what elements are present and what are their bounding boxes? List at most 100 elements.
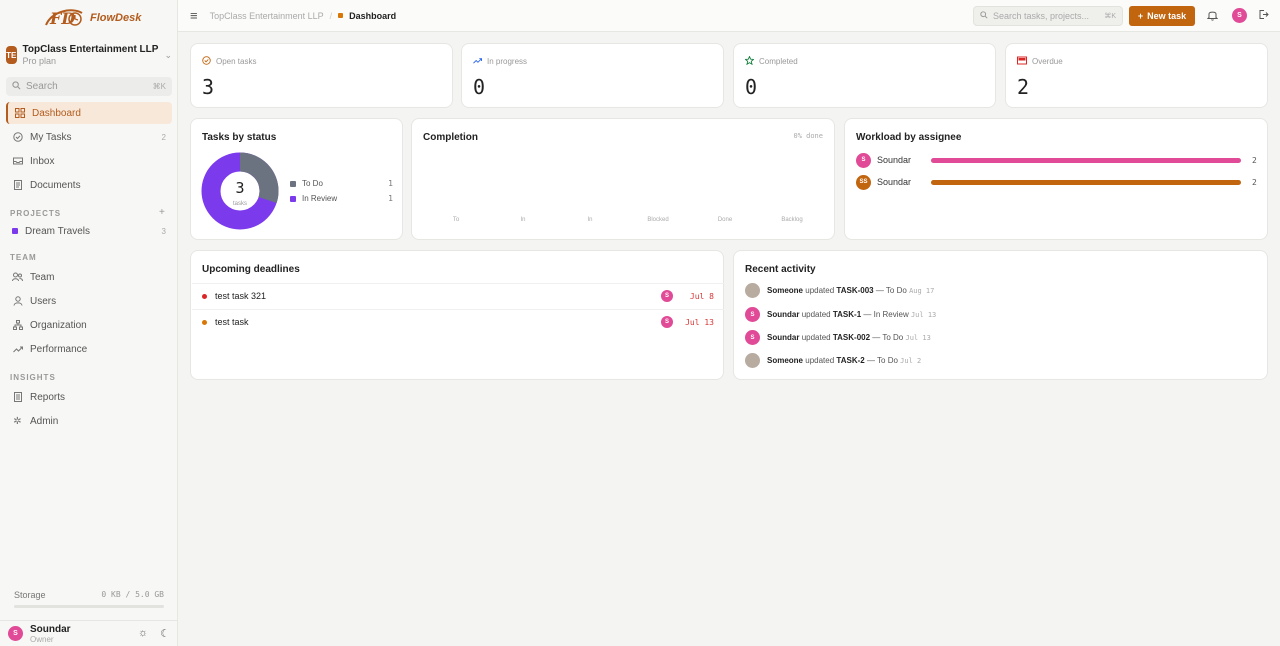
activity-actor: Someone [767,356,804,365]
legend-value: 1 [388,179,393,188]
search-placeholder: Search [26,81,58,92]
user-avatar[interactable]: S [8,626,23,641]
completion-category: Done [717,217,733,223]
sidebar-item-team[interactable]: Team [6,266,172,288]
assignee-avatar: S [661,290,673,302]
search-placeholder: Search tasks, projects... [993,11,1090,21]
legend-swatch [290,180,296,187]
activity-avatar: S [745,330,760,345]
sidebar-item-label: Performance [30,343,88,355]
workspace-switcher[interactable]: TE TopClass Entertainment LLP Pro plan ⌄ [6,40,172,70]
activity-row[interactable]: Someone updated TASK-2 — To Do Jul 2 [745,353,921,368]
sidebar-item-label: Inbox [30,155,55,167]
sidebar-item-label: Team [30,271,55,283]
stat-card-overdue[interactable]: Overdue 2 [1005,43,1268,108]
stat-label: Open tasks [216,57,257,66]
card-title: Recent activity [745,264,816,275]
activity-task[interactable]: TASK-2 [836,356,864,365]
sidebar-item-label: Users [30,295,57,307]
workload-bar [931,179,1241,185]
activity-row[interactable]: Someone updated TASK-003 — To Do Aug 17 [745,283,934,298]
logout-icon[interactable] [1258,9,1269,23]
deadline-date: Jul 8 [689,291,714,301]
completion-percent: 0% done [793,132,823,140]
activity-task[interactable]: TASK-002 [833,333,870,342]
sun-icon[interactable]: ☼ [138,627,148,640]
donut-center-value: 3 [235,179,244,197]
new-task-button[interactable]: + New task [1129,6,1195,26]
sidebar-item-users[interactable]: Users [6,290,172,312]
inbox-icon [12,156,23,167]
activity-actor: Soundar [767,310,800,319]
sidebar-item-admin[interactable]: ✲ Admin [6,410,172,432]
search-icon [980,11,988,21]
assignee-avatar: SS [856,174,871,190]
activity-date: Jul 13 [905,334,931,342]
breadcrumb-workspace[interactable]: TopClass Entertainment LLP [210,11,324,21]
breadcrumb: TopClass Entertainment LLP / Dashboard [210,11,397,21]
bell-icon[interactable] [1206,9,1219,24]
global-search-input[interactable]: Search tasks, projects... ⌘K [973,6,1123,26]
activity-row[interactable]: S Soundar updated TASK-1 — In Review Jul… [745,307,936,322]
stat-value: 0 [745,75,758,99]
project-color-dot [12,228,18,234]
stat-value: 0 [473,75,486,99]
status-donut-chart: 3 tasks [201,152,279,230]
sidebar-item-performance[interactable]: Performance [6,338,172,360]
legend-item-to-do: To Do 1 [290,179,393,188]
stat-card-completed[interactable]: Completed 0 [733,43,996,108]
sidebar: FD FlowDesk TE TopClass Entertainment LL… [0,0,178,646]
add-project-icon[interactable]: + [159,207,165,218]
activity-task[interactable]: TASK-1 [833,310,861,319]
sidebar-item-label: Dream Travels [25,225,91,237]
check-circle-icon [202,56,211,67]
deadline-row[interactable]: test task 321 S Jul 8 [192,283,724,308]
activity-avatar [745,283,760,298]
moon-icon[interactable]: ☾ [160,627,170,640]
card-title: Upcoming deadlines [202,264,300,275]
activity-verb: updated [805,356,835,365]
workload-bar [931,157,1241,163]
projects-section-title: PROJECTS [10,209,62,218]
assignee-name: Soundar [877,177,912,187]
stat-card-in-progress[interactable]: In progress 0 [461,43,724,108]
activity-task[interactable]: TASK-003 [836,286,873,295]
sidebar-item-my-tasks[interactable]: My Tasks 2 [6,126,172,148]
deadline-title: test task [215,317,249,327]
assignee-avatar: S [856,152,871,168]
sidebar-item-inbox[interactable]: Inbox [6,150,172,172]
workload-card: Workload by assignee S Soundar 2 SS Soun… [844,118,1268,240]
logo[interactable]: FD FlowDesk [42,5,141,31]
check-circle-icon [12,132,23,143]
user-name: Soundar [30,623,71,635]
card-title: Workload by assignee [856,132,962,143]
user-footer: S Soundar Owner ☼ ☾ [0,620,178,646]
completion-category: In [520,217,526,223]
workspace-plan: Pro plan [22,56,57,66]
activity-row[interactable]: S Soundar updated TASK-002 — To Do Jul 1… [745,330,931,345]
sidebar-item-reports[interactable]: Reports [6,386,172,408]
logo-mark-icon: FD [42,5,88,31]
breadcrumb-separator: / [329,10,333,21]
sidebar-item-documents[interactable]: Documents [6,174,172,196]
deadline-date: Jul 13 [685,317,714,327]
card-title: Tasks by status [202,132,277,143]
topbar-avatar[interactable]: S [1232,8,1247,23]
donut-center-label: tasks [233,201,247,207]
tasks-by-status-card: Tasks by status 3 tasks To Do 1 In Revie… [190,118,403,240]
storage-bar [14,605,164,608]
activity-date: Jul 2 [900,357,922,365]
deadline-row[interactable]: test task S Jul 13 [192,309,724,334]
stat-card-open-tasks[interactable]: Open tasks 3 [190,43,453,108]
storage-meter: Storage 0 KB / 5.0 GB [6,590,172,614]
sidebar-item-organization[interactable]: Organization [6,314,172,336]
menu-icon[interactable]: ≡ [190,8,198,23]
sidebar-item-project-dream-travels[interactable]: Dream Travels 3 [6,220,172,242]
workspace-badge: TE [6,46,17,64]
priority-dot [202,319,207,325]
legend-label: In Review [302,194,338,203]
sidebar-search-input[interactable]: Search ⌘K [6,77,172,96]
activity-verb: updated [801,310,831,319]
sidebar-item-dashboard[interactable]: Dashboard [6,102,172,124]
legend-item-in-review: In Review 1 [290,194,393,203]
